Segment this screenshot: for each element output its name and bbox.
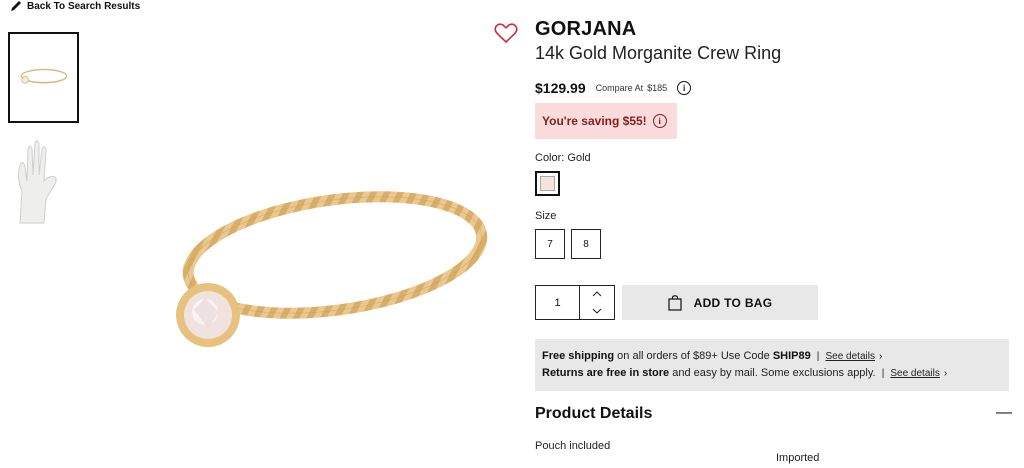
quantity-stepper[interactable]: 1 bbox=[535, 285, 615, 320]
brand-name[interactable]: GORJANA bbox=[535, 18, 636, 41]
quantity-decrease-button[interactable] bbox=[580, 303, 614, 320]
saving-badge: You're saving $55! i bbox=[535, 103, 677, 139]
pencil-icon bbox=[11, 1, 21, 11]
hand-model-image bbox=[17, 140, 57, 224]
back-link-label: Back To Search Results bbox=[27, 0, 141, 12]
ring-thumbnail-image bbox=[20, 68, 68, 84]
detail-item: Imported bbox=[776, 452, 820, 464]
chevron-up-icon bbox=[592, 291, 602, 297]
compare-at-value: $185 bbox=[647, 83, 668, 93]
compare-at-label: Compare At bbox=[595, 83, 644, 93]
shipping-see-details-link[interactable]: See details bbox=[825, 351, 874, 362]
price: $129.99 bbox=[535, 80, 586, 96]
product-title: 14k Gold Morganite Crew Ring bbox=[535, 43, 782, 63]
info-icon[interactable]: i bbox=[677, 81, 692, 95]
color-swatch-gold[interactable] bbox=[535, 171, 560, 196]
saving-info-icon[interactable]: i bbox=[652, 114, 667, 128]
product-main-image bbox=[176, 191, 488, 347]
back-to-search-link[interactable]: Back To Search Results bbox=[10, 0, 140, 12]
quantity-value[interactable]: 1 bbox=[536, 286, 580, 319]
product-details-heading[interactable]: Product Details bbox=[535, 405, 652, 423]
returns-see-details-link[interactable]: See details bbox=[890, 368, 939, 379]
compare-at-price: Compare At $185 i bbox=[596, 81, 692, 95]
price-row: $129.99 Compare At $185 i bbox=[535, 80, 692, 96]
shipping-info-panel: Free shipping on all orders of $89+ Use … bbox=[535, 339, 1009, 391]
heart-icon[interactable] bbox=[494, 22, 518, 44]
size-label: Size bbox=[535, 210, 557, 222]
chevron-right-icon: › bbox=[878, 351, 883, 362]
color-label: Color: Gold bbox=[535, 152, 591, 164]
thumbnail-ring[interactable] bbox=[8, 32, 79, 123]
collapse-toggle-icon[interactable]: — bbox=[996, 404, 1012, 422]
add-to-bag-button[interactable]: ADD TO BAG bbox=[622, 285, 818, 320]
thumbnail-hand[interactable] bbox=[8, 135, 79, 226]
size-option-8[interactable]: 8 bbox=[571, 229, 601, 259]
shopping-bag-icon bbox=[668, 294, 682, 311]
quantity-increase-button[interactable] bbox=[580, 286, 614, 303]
chevron-down-icon bbox=[592, 308, 602, 314]
color-value: Gold bbox=[567, 152, 591, 164]
returns-line: Returns are free in store and easy by ma… bbox=[542, 367, 948, 379]
chevron-right-icon: › bbox=[943, 368, 948, 379]
saving-text: You're saving $55! bbox=[542, 114, 647, 128]
detail-item: Pouch included bbox=[535, 440, 611, 452]
shipping-line: Free shipping on all orders of $89+ Use … bbox=[542, 350, 883, 362]
size-option-7[interactable]: 7 bbox=[535, 229, 565, 259]
add-to-bag-label: ADD TO BAG bbox=[693, 295, 773, 310]
